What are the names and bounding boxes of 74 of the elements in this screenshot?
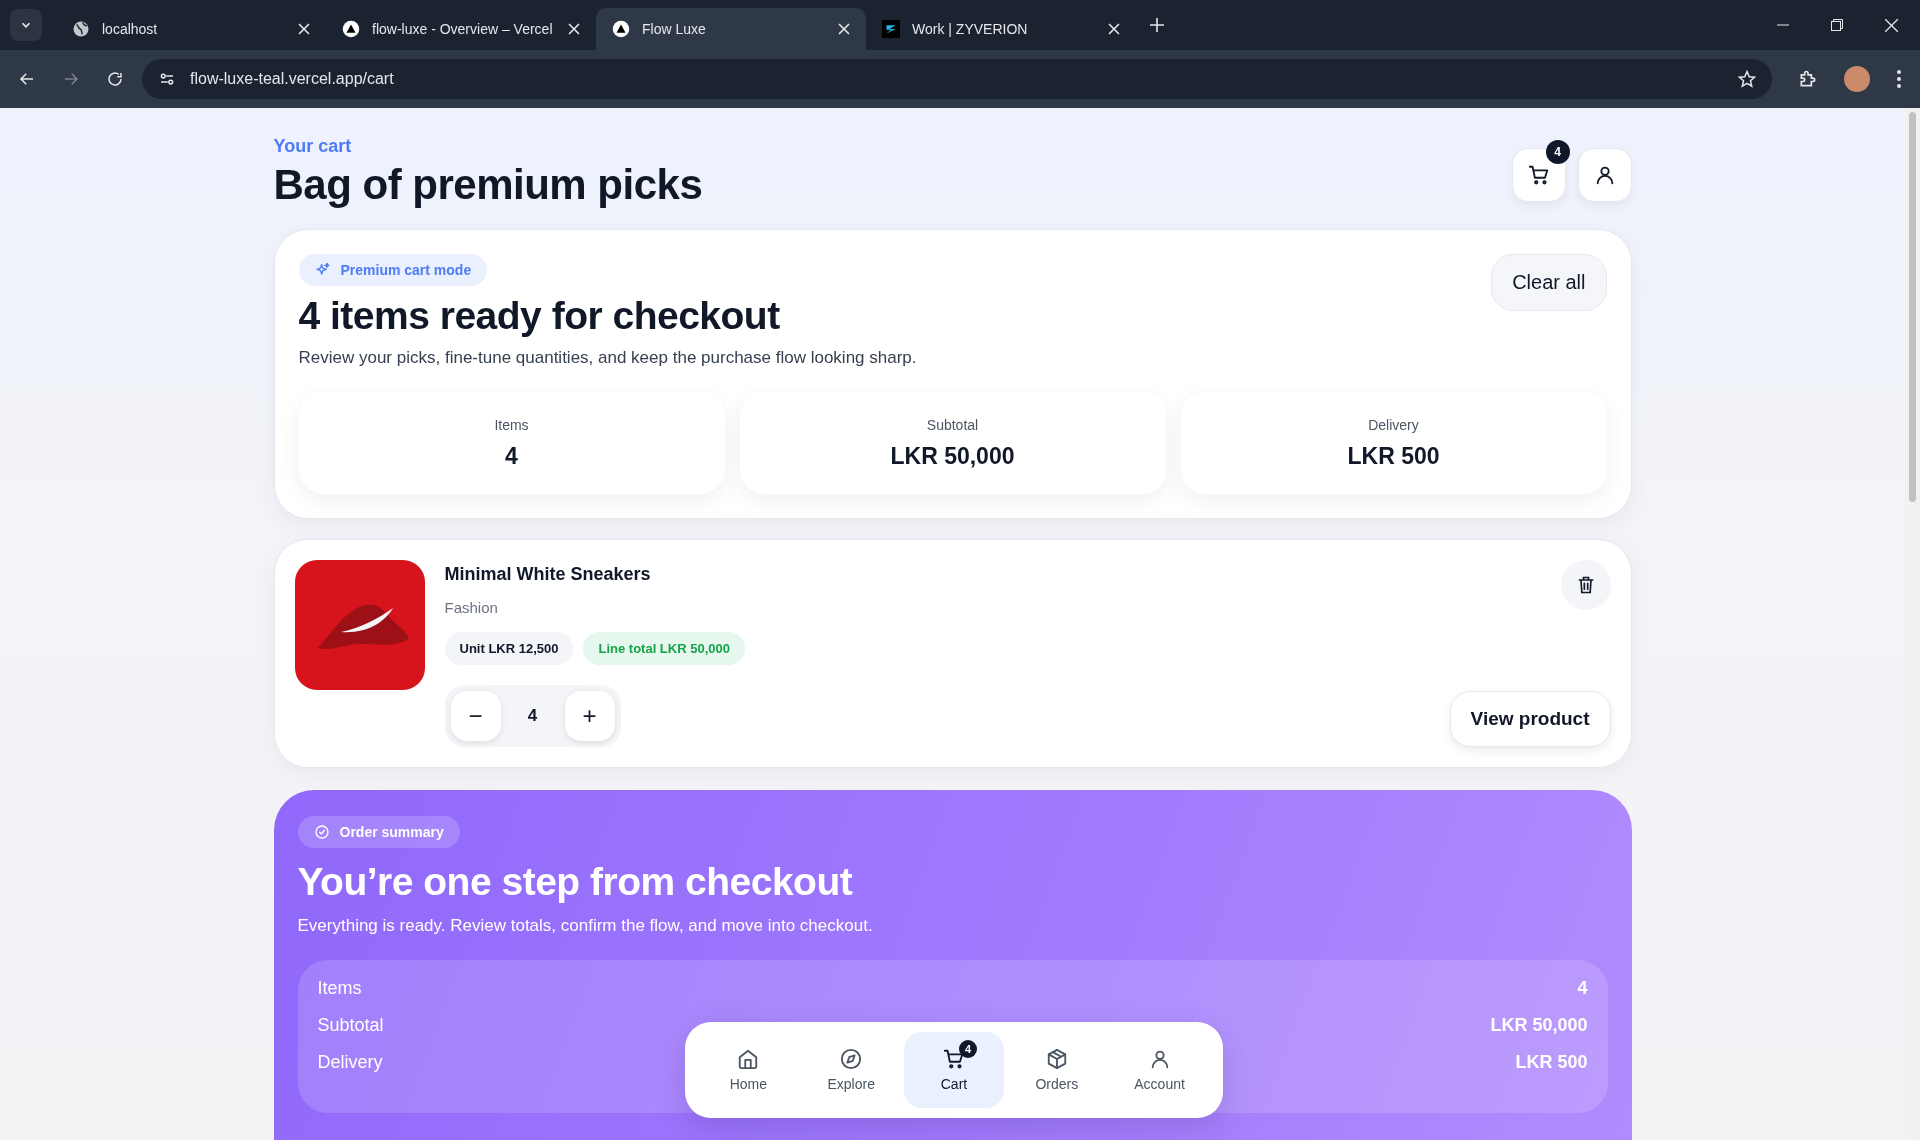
triangle-logo-icon xyxy=(612,20,630,38)
total-value: LKR 500 xyxy=(1515,1052,1588,1073)
restore-icon[interactable] xyxy=(1831,19,1843,31)
address-field[interactable]: flow-luxe-teal.vercel.app/cart xyxy=(142,59,1772,99)
site-settings-icon[interactable] xyxy=(158,70,176,88)
cart-count-badge: 4 xyxy=(959,1040,977,1058)
decrease-button[interactable]: − xyxy=(450,691,501,741)
unit-price-tag: Unit LKR 12,500 xyxy=(444,632,574,665)
box-icon xyxy=(1045,1048,1068,1070)
stat-value: LKR 500 xyxy=(1347,442,1440,470)
more-menu-icon[interactable] xyxy=(1896,69,1902,89)
stat-label: Delivery xyxy=(1368,416,1419,433)
cart-count-badge: 4 xyxy=(1545,140,1570,164)
scrollbar-thumb[interactable] xyxy=(1909,112,1916,502)
triangle-logo-icon xyxy=(342,20,360,38)
browser-tab[interactable]: flow-luxe - Overview – Vercel xyxy=(326,8,596,50)
close-icon[interactable] xyxy=(1885,18,1898,32)
account-button[interactable] xyxy=(1577,148,1632,202)
tab-title: localhost xyxy=(102,21,159,37)
tab-title: Flow Luxe xyxy=(642,21,707,37)
total-label: Subtotal xyxy=(317,1015,384,1036)
browser-tab[interactable]: Work | ZYVERION xyxy=(866,8,1136,50)
cart-icon xyxy=(1527,164,1550,186)
product-name: Minimal White Sneakers xyxy=(444,564,652,585)
tab-title: Work | ZYVERION xyxy=(912,21,1029,37)
cart-icon xyxy=(943,1048,965,1070)
page-eyebrow: Your cart xyxy=(273,136,353,157)
nav-item[interactable]: 4 Cart xyxy=(904,1032,1004,1108)
bookmark-star-icon[interactable] xyxy=(1738,70,1756,88)
puzzle-icon[interactable] xyxy=(1798,69,1818,89)
product-category: Fashion xyxy=(444,599,499,616)
forward-arrow-icon[interactable] xyxy=(62,70,80,88)
compass-icon xyxy=(840,1048,863,1070)
nav-item[interactable]: Account xyxy=(1109,1032,1210,1108)
clear-all-button[interactable]: Clear all xyxy=(1491,254,1607,311)
browser-tab[interactable]: Flow Luxe xyxy=(596,8,866,50)
stat-label: Items xyxy=(494,416,529,433)
line-total-tag: Line total LKR 50,000 xyxy=(583,632,745,665)
total-value: 4 xyxy=(1577,978,1588,999)
nav-item[interactable]: Explore xyxy=(801,1032,902,1108)
stat-value: LKR 50,000 xyxy=(890,442,1015,470)
profile-avatar[interactable] xyxy=(1844,66,1870,92)
close-icon[interactable] xyxy=(838,23,850,35)
mode-badge: Premium cart mode xyxy=(298,254,488,286)
summary-heading: You’re one step from checkout xyxy=(297,860,854,904)
view-product-button[interactable]: View product xyxy=(1449,691,1611,747)
close-icon[interactable] xyxy=(298,23,310,35)
quantity-value: 4 xyxy=(526,706,539,726)
new-tab-icon[interactable] xyxy=(1150,18,1164,32)
tab-list-button[interactable] xyxy=(10,9,42,41)
cart-button[interactable] xyxy=(1511,148,1566,202)
delete-button[interactable] xyxy=(1560,560,1611,610)
increase-button[interactable]: + xyxy=(564,691,615,741)
total-value: LKR 50,000 xyxy=(1490,1015,1588,1036)
nav-item[interactable]: Home xyxy=(698,1032,799,1108)
stat-label: Subtotal xyxy=(926,416,979,433)
page-title: Bag of premium picks xyxy=(273,161,703,209)
browser-tab[interactable]: localhost xyxy=(56,8,326,50)
summary-badge: Order summary xyxy=(297,816,460,848)
nav-item[interactable]: Orders xyxy=(1006,1032,1107,1108)
stat-value: 4 xyxy=(505,442,518,470)
cart-heading: 4 items ready for checkout xyxy=(298,294,781,338)
close-icon[interactable] xyxy=(568,23,580,35)
reload-icon[interactable] xyxy=(106,70,124,88)
tab-title: flow-luxe - Overview – Vercel xyxy=(372,21,554,37)
summary-description: Everything is ready. Review totals, confirm the flow, and move into checkout. xyxy=(297,916,874,936)
cart-description: Review your picks, fine-tune quantities, and keep the purchase flow looking sharp. xyxy=(298,348,917,368)
home-icon xyxy=(737,1048,760,1070)
total-label: Items xyxy=(317,978,362,999)
globe-icon xyxy=(72,20,90,38)
back-arrow-icon[interactable] xyxy=(18,70,36,88)
close-icon[interactable] xyxy=(1108,23,1120,35)
total-label: Delivery xyxy=(317,1052,383,1073)
brand-logo-icon xyxy=(882,20,900,38)
